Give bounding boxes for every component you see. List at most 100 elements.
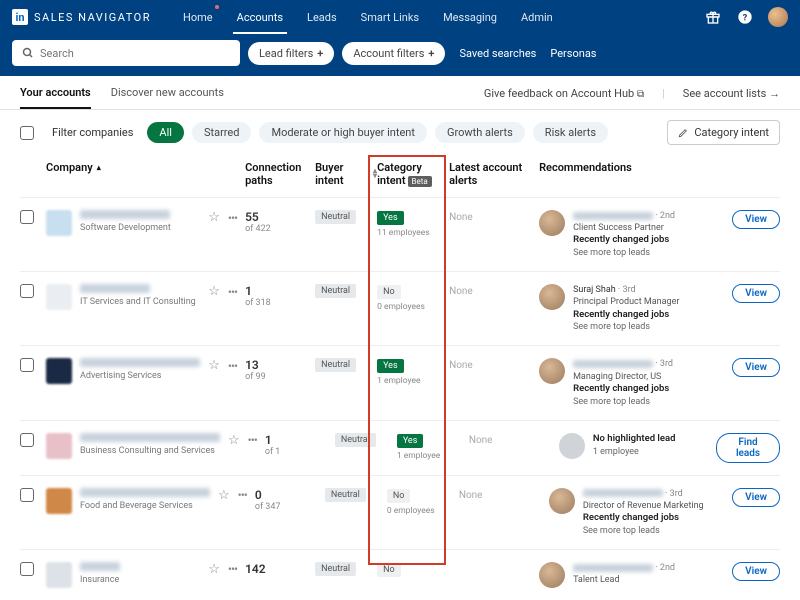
nav-item-smart-links[interactable]: Smart Links [349, 0, 431, 34]
view-button[interactable]: View [732, 562, 780, 581]
lead-avatar [549, 488, 575, 514]
col-company[interactable]: Company ▴ [46, 161, 245, 174]
company-logo [46, 284, 72, 310]
nav-item-home[interactable]: Home [171, 0, 225, 34]
user-avatar[interactable] [768, 7, 788, 27]
help-icon[interactable]: ? [736, 8, 754, 26]
notification-dot [215, 5, 219, 9]
nav-item-admin[interactable]: Admin [509, 0, 565, 34]
see-more-leads-link[interactable]: See more top leads [573, 396, 673, 408]
search-input[interactable] [40, 47, 230, 60]
top-nav: in SALES NAVIGATOR HomeAccountsLeadsSmar… [0, 0, 800, 34]
view-button[interactable]: View [732, 210, 780, 229]
company-industry: Food and Beverage Services [80, 501, 210, 511]
nav-item-leads[interactable]: Leads [295, 0, 349, 34]
see-more-leads-link[interactable]: See more top leads [583, 525, 704, 537]
select-all-checkbox[interactable] [20, 126, 34, 140]
subtab-discover-new-accounts[interactable]: Discover new accounts [111, 86, 224, 109]
brand-name: SALES NAVIGATOR [34, 11, 151, 24]
company-industry: IT Services and IT Consulting [80, 297, 200, 307]
feedback-link[interactable]: Give feedback on Account Hub ⧉ [484, 87, 644, 100]
see-more-leads-link[interactable]: See more top leads [573, 247, 675, 259]
table-row: Software Development ☆ ••• 55 of 422 Neu… [20, 197, 780, 271]
more-options-icon[interactable]: ••• [228, 285, 237, 299]
filter-companies-label: Filter companies [52, 126, 133, 139]
row-checkbox[interactable] [20, 433, 34, 447]
col-connection-paths: Connection paths [245, 161, 315, 187]
accounts-table: Company ▴ Connection paths Buyer intent▴… [0, 155, 800, 600]
star-icon[interactable]: ☆ [218, 488, 230, 503]
buyer-intent-badge: Neutral [315, 562, 356, 576]
filter-chip-risk-alerts[interactable]: Risk alerts [533, 122, 608, 143]
star-icon[interactable]: ☆ [208, 210, 220, 225]
more-options-icon[interactable]: ••• [238, 488, 247, 502]
personas-link[interactable]: Personas [550, 47, 596, 60]
view-button[interactable]: View [732, 284, 780, 303]
filter-bar: Filter companies All Starred Moderate or h… [0, 110, 800, 155]
connection-degree: · 2nd [655, 563, 675, 573]
row-checkbox[interactable] [20, 210, 34, 224]
company-logo [46, 562, 72, 588]
more-options-icon[interactable]: ••• [228, 562, 237, 576]
star-icon[interactable]: ☆ [208, 358, 220, 373]
category-intent-button[interactable]: Category intent [667, 120, 780, 145]
view-button[interactable]: View [732, 488, 780, 507]
filter-chip-moderate-or-high-buyer-intent[interactable]: Moderate or high buyer intent [259, 122, 427, 143]
more-options-icon[interactable]: ••• [228, 359, 237, 373]
connection-total: of 318 [245, 298, 315, 308]
company-logo [46, 433, 72, 459]
star-icon[interactable]: ☆ [208, 284, 220, 299]
row-checkbox[interactable] [20, 488, 34, 502]
lead-avatar-placeholder [559, 433, 585, 459]
col-buyer-intent[interactable]: Buyer intent▴▾ [315, 161, 377, 187]
nav-item-messaging[interactable]: Messaging [431, 0, 509, 34]
col-category-intent: Category intentBeta [377, 161, 449, 187]
more-options-icon[interactable]: ••• [248, 433, 257, 447]
star-icon[interactable]: ☆ [228, 433, 240, 448]
lead-title: Talent Lead [573, 574, 675, 586]
no-highlighted-lead: No highlighted lead [593, 433, 676, 446]
lead-highlight: Recently changed jobs [573, 383, 673, 396]
company-name-redacted [80, 488, 210, 497]
lead-filters-button[interactable]: Lead filters+ [248, 42, 334, 65]
nav-item-accounts[interactable]: Accounts [225, 0, 295, 34]
see-account-lists-link[interactable]: See account lists → [683, 87, 780, 100]
row-checkbox[interactable] [20, 284, 34, 298]
lead-name-redacted [573, 212, 653, 220]
lead-title: Managing Director, US [573, 371, 673, 383]
col-latest-alerts: Latest account alerts [449, 161, 539, 187]
star-icon[interactable]: ☆ [208, 562, 220, 577]
connection-count: 55 [245, 210, 315, 224]
pencil-icon [678, 128, 688, 138]
buyer-intent-badge: Neutral [315, 210, 356, 224]
saved-searches-link[interactable]: Saved searches [459, 47, 536, 60]
external-link-icon: ⧉ [637, 89, 644, 100]
subtabs: Your accounts Discover new accounts Give … [0, 76, 800, 110]
row-checkbox[interactable] [20, 562, 34, 576]
arrow-right-icon: → [769, 87, 780, 100]
category-intent-yes-badge: Yes [397, 434, 424, 448]
filter-chip-starred[interactable]: Starred [192, 122, 252, 143]
lead-name: Suraj Shah [573, 285, 616, 295]
buyer-intent-badge: Neutral [315, 284, 356, 298]
table-row: Insurance ☆ ••• 142 Neutral No · 2nd Tal… [20, 549, 780, 600]
subtab-your-accounts[interactable]: Your accounts [20, 86, 91, 109]
more-options-icon[interactable]: ••• [228, 211, 237, 225]
gift-icon[interactable] [704, 8, 722, 26]
lead-name-redacted [583, 489, 663, 497]
row-checkbox[interactable] [20, 358, 34, 372]
see-more-leads-link[interactable]: See more top leads [573, 321, 679, 333]
find-leads-button[interactable]: Find leads [716, 433, 780, 463]
view-button[interactable]: View [732, 358, 780, 377]
search-box[interactable] [12, 40, 240, 66]
company-logo [46, 358, 72, 384]
lead-avatar [539, 358, 565, 384]
filter-chip-all[interactable]: All [147, 122, 184, 143]
employee-count: 1 employee [593, 446, 676, 458]
col-recommendations: Recommendations [539, 161, 716, 174]
account-filters-button[interactable]: Account filters+ [342, 42, 445, 65]
buyer-intent-badge: Neutral [325, 488, 366, 502]
lead-name-redacted [573, 360, 653, 368]
lead-title: Client Success Partner [573, 222, 675, 234]
filter-chip-growth-alerts[interactable]: Growth alerts [435, 122, 525, 143]
